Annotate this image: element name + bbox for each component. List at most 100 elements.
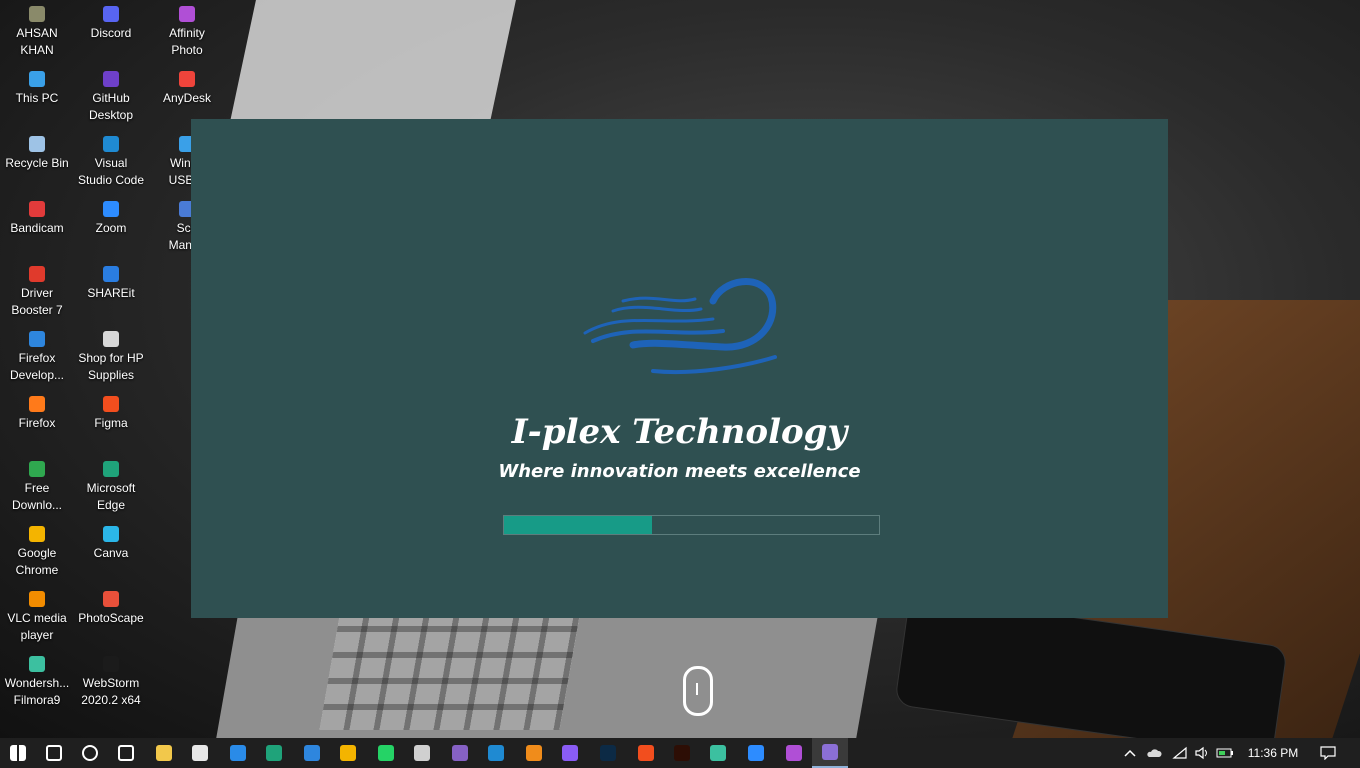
taskbar-windows-start-button[interactable] [0, 738, 36, 768]
figma-icon [103, 396, 119, 412]
desktop-icon-label: Driver Booster 7 [11, 286, 63, 317]
affinity-photo-icon [179, 6, 195, 22]
taskbar-onedrive-button[interactable] [404, 738, 440, 768]
taskbar-vscode-button[interactable] [478, 738, 514, 768]
desktop-icon-user-folder[interactable]: AHSAN KHAN [0, 0, 74, 59]
user-folder-icon [29, 6, 45, 22]
desktop-icon-label: WebStorm 2020.2 x64 [81, 676, 141, 707]
desktop-icon-vscode[interactable]: Visual Studio Code [74, 130, 148, 189]
desktop-icon-affinity-photo[interactable]: Affinity Photo [150, 0, 224, 59]
whatsapp-icon [378, 745, 394, 761]
splash-window: I-plex Technology Where innovation meets… [191, 119, 1168, 618]
desktop-icon-hp-supplies[interactable]: Shop for HP Supplies [74, 325, 148, 384]
canva-icon [103, 526, 119, 542]
task-view-icon [118, 745, 134, 761]
desktop-icon-free-download-manager[interactable]: Free Downlo... [0, 455, 74, 514]
desktop-icon-label: Zoom [95, 221, 127, 235]
desktop-icon-webstorm[interactable]: WebStorm 2020.2 x64 [74, 650, 148, 709]
battery-icon[interactable] [1214, 738, 1236, 768]
desktop-icon-label: Firefox [18, 416, 56, 430]
search-icon [46, 745, 62, 761]
desktop-icon-driver-booster[interactable]: Driver Booster 7 [0, 260, 74, 319]
desktop-icon-label: Visual Studio Code [77, 156, 145, 187]
desktop-icon-chrome[interactable]: Google Chrome [0, 520, 74, 579]
vlc-icon [29, 591, 45, 607]
desktop-icon-github-desktop[interactable]: GitHub Desktop [74, 65, 148, 124]
chrome-icon [340, 745, 356, 761]
onedrive-icon [414, 745, 430, 761]
figma-icon [638, 745, 654, 761]
clock-time[interactable]: 11:36 PM [1240, 738, 1306, 768]
taskbar-firefox-button[interactable] [294, 738, 330, 768]
bandicam-icon [29, 201, 45, 217]
taskbar-task-view-button[interactable] [108, 738, 144, 768]
recycle-bin-icon [29, 136, 45, 152]
taskbar-cortana-button[interactable] [72, 738, 108, 768]
taskbar-zoom-button[interactable] [738, 738, 774, 768]
taskbar-chrome-button[interactable] [330, 738, 366, 768]
desktop-icon-label: AHSAN KHAN [16, 26, 58, 57]
github-desktop-icon [562, 745, 578, 761]
taskbar-edge-button[interactable] [256, 738, 292, 768]
firefox-developer-icon [29, 331, 45, 347]
desktop-icon-label: Microsoft Edge [86, 481, 136, 512]
notifications-icon[interactable] [1316, 738, 1340, 768]
desktop-icon-label: Canva [93, 546, 129, 560]
taskbar-file-explorer-button[interactable] [146, 738, 182, 768]
desktop-icon-firefox[interactable]: Firefox [0, 390, 74, 432]
wifi-icon[interactable] [1170, 738, 1190, 768]
wallpaper-keyboard [319, 610, 581, 730]
taskbar-photoshop-button[interactable] [590, 738, 626, 768]
iplex-app-icon [822, 744, 838, 760]
taskbar-affinity-photo-button[interactable] [776, 738, 812, 768]
taskbar-search-button[interactable] [36, 738, 72, 768]
desktop-icon-shareit[interactable]: SHAREit [74, 260, 148, 302]
taskbar-filmora-button[interactable] [700, 738, 736, 768]
desktop-icon-anydesk[interactable]: AnyDesk [150, 65, 224, 107]
desktop-icon-vlc[interactable]: VLC media player [0, 585, 74, 644]
desktop-icon-canva[interactable]: Canva [74, 520, 148, 562]
taskbar-iplex-app-button[interactable] [812, 738, 848, 768]
desktop-icon-bandicam[interactable]: Bandicam [0, 195, 74, 237]
desktop-icon-recycle-bin[interactable]: Recycle Bin [0, 130, 74, 172]
loading-progress-bar [503, 515, 880, 535]
onedrive-tray-icon[interactable] [1144, 738, 1164, 768]
desktop-icon-label: Wondersh... Filmora9 [4, 676, 70, 707]
webstorm-icon [103, 656, 119, 672]
microsoft-store-icon [192, 745, 208, 761]
taskbar-whatsapp-button[interactable] [368, 738, 404, 768]
taskbar-figma-button[interactable] [628, 738, 664, 768]
desktop-icon-photoscape[interactable]: PhotoScape [74, 585, 148, 627]
desktop-icon-label: Recycle Bin [5, 156, 69, 170]
desktop-icon-filmora[interactable]: Wondersh... Filmora9 [0, 650, 74, 709]
desktop-icon-label: SHAREit [87, 286, 135, 300]
desktop-icon-figma[interactable]: Figma [74, 390, 148, 432]
mouse-scroll-icon [683, 666, 713, 716]
desktop-icon-zoom[interactable]: Zoom [74, 195, 148, 237]
desktop-icon-label: Discord [90, 26, 132, 40]
volume-icon[interactable] [1192, 738, 1212, 768]
taskbar-visual-studio-button[interactable] [442, 738, 478, 768]
photoshop-icon [600, 745, 616, 761]
desktop-icon-this-pc[interactable]: This PC [0, 65, 74, 107]
hp-supplies-icon [103, 331, 119, 347]
free-download-manager-icon [29, 461, 45, 477]
taskbar-microsoft-store-button[interactable] [182, 738, 218, 768]
desktop-icon-label: GitHub Desktop [88, 91, 134, 122]
taskbar-mail-button[interactable] [220, 738, 256, 768]
taskbar-github-desktop-button[interactable] [552, 738, 588, 768]
desktop-icon-label: Bandicam [10, 221, 64, 235]
desktop-icon-discord[interactable]: Discord [74, 0, 148, 42]
taskbar-sublime-text-button[interactable] [516, 738, 552, 768]
illustrator-icon [674, 745, 690, 761]
loading-progress-fill [504, 516, 653, 534]
desktop-icon-label: Figma [94, 416, 128, 430]
desktop-icon-edge[interactable]: Microsoft Edge [74, 455, 148, 514]
mail-icon [230, 745, 246, 761]
affinity-photo-icon [786, 745, 802, 761]
taskbar-illustrator-button[interactable] [664, 738, 700, 768]
desktop-icon-firefox-developer[interactable]: Firefox Develop... [0, 325, 74, 384]
sublime-text-icon [526, 745, 542, 761]
desktop-icon-label: This PC [15, 91, 59, 105]
show-hidden-icons-chevron[interactable] [1120, 738, 1140, 768]
